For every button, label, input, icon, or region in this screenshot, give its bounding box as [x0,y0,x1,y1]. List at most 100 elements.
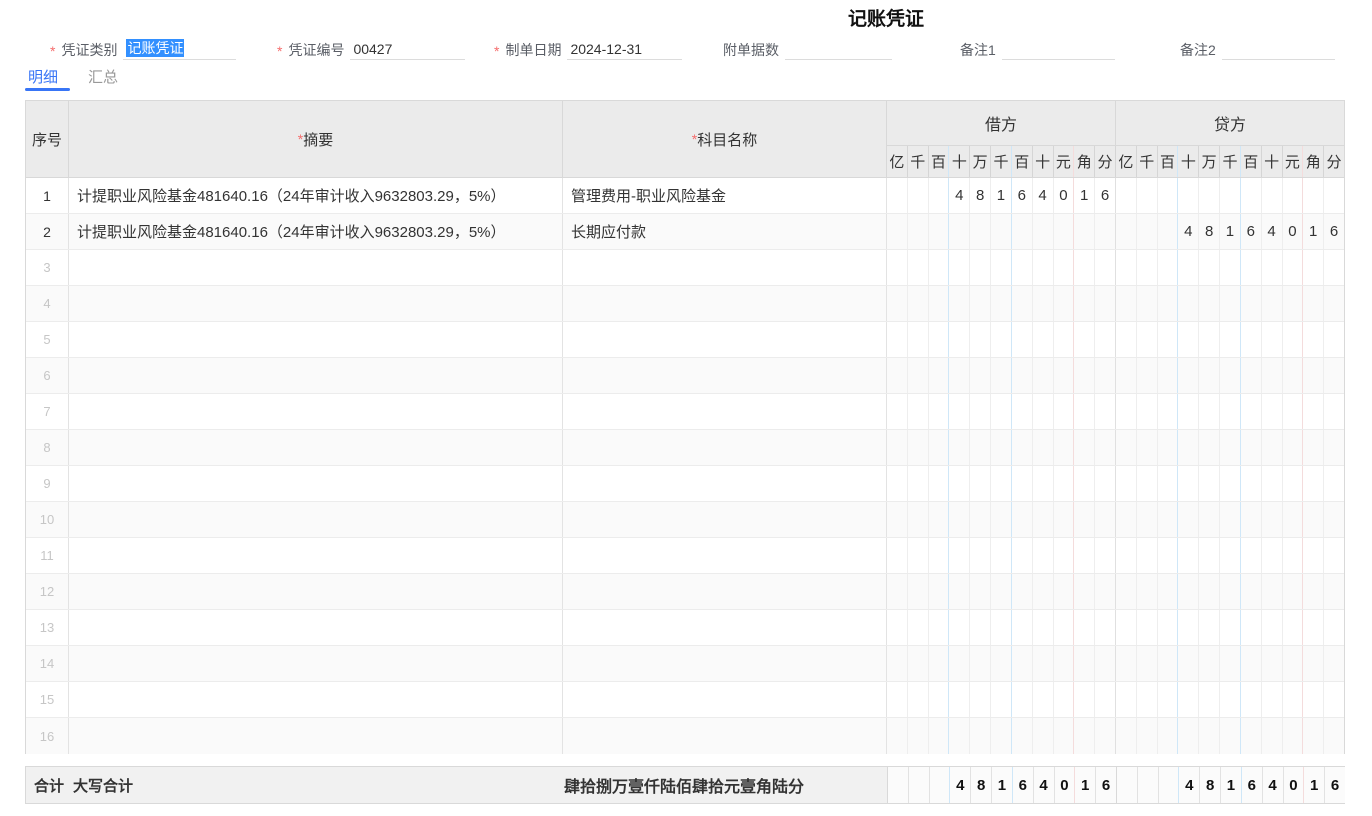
debit-digit-cell[interactable] [908,322,929,357]
debit-digit-cell[interactable] [908,358,929,393]
debit-digit-cell[interactable] [887,574,908,609]
voucher-date-input[interactable]: 2024-12-31 [567,37,682,60]
debit-digit-cell[interactable] [1095,610,1116,645]
debit-digit-cell[interactable] [1095,250,1116,285]
credit-digit-cell[interactable] [1220,250,1241,285]
debit-digit-cell[interactable] [908,718,929,754]
debit-digit-cell[interactable] [1095,538,1116,573]
debit-digit-cell[interactable] [991,286,1012,321]
debit-digit-cell[interactable] [1074,214,1095,249]
debit-digit-cell[interactable] [970,394,991,429]
credit-digit-cell[interactable] [1283,682,1304,717]
credit-digit-cell[interactable] [1241,682,1262,717]
credit-digit-cell[interactable] [1220,682,1241,717]
credit-digit-cell[interactable] [1116,682,1137,717]
credit-digit-cell[interactable] [1241,430,1262,465]
debit-digit-cell[interactable] [929,610,950,645]
credit-digit-cell[interactable] [1116,718,1137,754]
debit-digit-cell[interactable] [970,358,991,393]
credit-digit-cell[interactable] [1262,466,1283,501]
debit-digit-cell[interactable] [1054,502,1075,537]
credit-digit-cell[interactable] [1303,322,1324,357]
credit-digit-cell[interactable] [1220,718,1241,754]
credit-digit-cell[interactable] [1199,466,1220,501]
debit-digit-cell[interactable] [1012,250,1033,285]
debit-digit-cell[interactable] [1054,466,1075,501]
credit-digit-cell[interactable] [1137,718,1158,754]
debit-digit-cell[interactable] [1074,394,1095,429]
debit-digit-cell[interactable] [908,394,929,429]
debit-digit-cell[interactable] [1095,466,1116,501]
debit-digit-cell[interactable] [1012,358,1033,393]
credit-digit-cell[interactable] [1199,178,1220,213]
credit-digit-cell[interactable] [1262,250,1283,285]
debit-digit-cell[interactable] [929,286,950,321]
credit-digit-cell[interactable] [1199,574,1220,609]
debit-digit-cell[interactable] [908,178,929,213]
credit-digit-cell[interactable] [1199,394,1220,429]
debit-digit-cell[interactable] [1074,250,1095,285]
credit-digit-cell[interactable] [1178,286,1199,321]
debit-digit-cell[interactable] [887,394,908,429]
credit-digit-cell[interactable] [1283,718,1304,754]
credit-digit-cell[interactable] [1303,178,1324,213]
credit-digit-cell[interactable] [1199,682,1220,717]
debit-digit-cell[interactable] [949,646,970,681]
debit-digit-cell[interactable] [970,250,991,285]
debit-digit-cell[interactable] [1054,682,1075,717]
debit-digit-cell[interactable] [1095,682,1116,717]
debit-digit-cell[interactable] [991,646,1012,681]
credit-digit-cell[interactable] [1241,610,1262,645]
credit-digit-cell[interactable] [1283,610,1304,645]
debit-digit-cell[interactable] [887,214,908,249]
debit-digit-cell[interactable] [1012,466,1033,501]
debit-digit-cell[interactable] [1033,466,1054,501]
credit-digit-cell[interactable] [1199,610,1220,645]
debit-digit-cell[interactable] [887,718,908,754]
debit-digit-cell[interactable] [991,214,1012,249]
debit-digit-cell[interactable] [929,646,950,681]
attachment-count-input[interactable] [785,37,892,60]
credit-digit-cell[interactable] [1241,718,1262,754]
credit-digit-cell[interactable]: 4 [1262,214,1283,249]
debit-digit-cell[interactable] [970,610,991,645]
debit-digit-cell[interactable] [970,502,991,537]
debit-digit-cell[interactable] [991,610,1012,645]
debit-digit-cell[interactable] [1012,430,1033,465]
debit-digit-cell[interactable] [1074,466,1095,501]
credit-digit-cell[interactable] [1199,538,1220,573]
debit-digit-cell[interactable] [1054,394,1075,429]
account-cell[interactable] [563,394,887,429]
debit-digit-cell[interactable] [949,718,970,754]
debit-digit-cell[interactable] [1033,574,1054,609]
debit-digit-cell[interactable] [1012,646,1033,681]
credit-digit-cell[interactable] [1158,466,1179,501]
credit-digit-cell[interactable] [1303,646,1324,681]
credit-digit-cell[interactable] [1158,574,1179,609]
summary-cell[interactable] [69,358,563,393]
debit-digit-cell[interactable] [1074,718,1095,754]
debit-digit-cell[interactable] [929,358,950,393]
debit-digit-cell[interactable] [970,214,991,249]
debit-digit-cell[interactable]: 6 [1095,178,1116,213]
summary-cell[interactable] [69,610,563,645]
credit-digit-cell[interactable] [1116,430,1137,465]
debit-digit-cell[interactable] [1012,610,1033,645]
debit-digit-cell[interactable] [970,574,991,609]
credit-digit-cell[interactable] [1303,286,1324,321]
debit-digit-cell[interactable] [970,322,991,357]
debit-digit-cell[interactable] [991,394,1012,429]
credit-digit-cell[interactable] [1241,574,1262,609]
debit-digit-cell[interactable] [929,430,950,465]
credit-digit-cell[interactable] [1303,358,1324,393]
account-cell[interactable]: 长期应付款 [563,214,887,249]
credit-digit-cell[interactable] [1241,466,1262,501]
summary-cell[interactable] [69,430,563,465]
debit-digit-cell[interactable] [991,466,1012,501]
credit-digit-cell[interactable] [1283,646,1304,681]
debit-digit-cell[interactable] [1012,502,1033,537]
account-cell[interactable] [563,322,887,357]
debit-digit-cell[interactable] [1033,322,1054,357]
credit-digit-cell[interactable] [1158,646,1179,681]
debit-digit-cell[interactable] [970,430,991,465]
